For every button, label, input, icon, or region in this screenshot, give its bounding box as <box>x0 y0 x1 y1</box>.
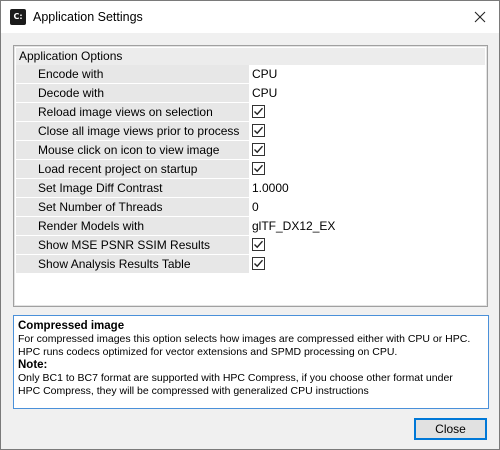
option-row[interactable]: Mouse click on icon to view image <box>16 141 485 160</box>
option-row[interactable]: Encode with CPU <box>16 65 485 84</box>
option-checkbox-cell[interactable] <box>249 160 485 178</box>
checkmark-icon <box>254 240 264 249</box>
option-value[interactable]: 1.0000 <box>249 179 485 197</box>
option-checkbox-cell[interactable] <box>249 236 485 254</box>
row-gutter <box>16 84 35 102</box>
help-note-title: Note: <box>18 359 48 371</box>
row-gutter <box>16 217 35 235</box>
option-row[interactable]: Reload image views on selection <box>16 103 485 122</box>
option-label: Mouse click on icon to view image <box>38 143 220 157</box>
help-note-line: HPC Compress, they will be compressed wi… <box>18 385 369 397</box>
row-gutter <box>16 160 35 178</box>
row-gutter <box>16 255 35 273</box>
settings-dialog: C: Application Settings Application Opti… <box>0 0 500 450</box>
option-label: Encode with <box>38 67 104 81</box>
option-row[interactable]: Render Models with glTF_DX12_EX <box>16 217 485 236</box>
row-gutter <box>16 103 35 121</box>
option-label: Set Image Diff Contrast <box>38 181 163 195</box>
option-label: Close all image views prior to process <box>38 124 240 138</box>
row-gutter <box>16 122 35 140</box>
option-label: Render Models with <box>38 219 145 233</box>
checkbox[interactable] <box>252 124 265 137</box>
app-icon: C: <box>10 9 26 25</box>
options-rows: Encode with CPU Decode with CPU Reload image… <box>16 65 485 274</box>
option-checkbox-cell[interactable] <box>249 255 485 273</box>
option-value[interactable]: glTF_DX12_EX <box>249 217 485 235</box>
checkmark-icon <box>254 126 264 135</box>
checkmark-icon <box>254 259 264 268</box>
help-note-line: Only BC1 to BC7 format are supported wit… <box>18 372 453 384</box>
option-value[interactable]: CPU <box>249 65 485 83</box>
option-label: Load recent project on startup <box>38 162 198 176</box>
checkbox[interactable] <box>252 143 265 156</box>
window-title: Application Settings <box>33 10 143 24</box>
option-value[interactable]: CPU <box>249 84 485 102</box>
row-gutter <box>16 236 35 254</box>
checkbox[interactable] <box>252 238 265 251</box>
checkmark-icon <box>254 164 264 173</box>
option-label: Show Analysis Results Table <box>38 257 191 271</box>
checkbox[interactable] <box>252 162 265 175</box>
option-checkbox-cell[interactable] <box>249 103 485 121</box>
checkmark-icon <box>254 145 264 154</box>
row-gutter <box>16 65 35 83</box>
close-button[interactable]: Close <box>414 418 487 440</box>
option-row[interactable]: Show Analysis Results Table <box>16 255 485 274</box>
help-panel: Compressed image For compressed images t… <box>13 315 489 409</box>
help-line: HPC runs codecs optimized for vector ext… <box>18 346 398 358</box>
help-title: Compressed image <box>18 320 125 332</box>
option-row[interactable]: Close all image views prior to process <box>16 122 485 141</box>
close-window-icon[interactable] <box>467 5 493 29</box>
option-checkbox-cell[interactable] <box>249 141 485 159</box>
option-value[interactable]: 0 <box>249 198 485 216</box>
option-label: Show MSE PSNR SSIM Results <box>38 238 211 252</box>
option-checkbox-cell[interactable] <box>249 122 485 140</box>
help-line: For compressed images this option select… <box>18 333 471 345</box>
row-gutter <box>16 141 35 159</box>
checkbox[interactable] <box>252 105 265 118</box>
group-header: Application Options <box>16 48 485 65</box>
option-row[interactable]: Decode with CPU <box>16 84 485 103</box>
option-row[interactable]: Show MSE PSNR SSIM Results <box>16 236 485 255</box>
title-bar: C: Application Settings <box>1 1 499 33</box>
option-label: Decode with <box>38 86 105 100</box>
option-row[interactable]: Set Image Diff Contrast 1.0000 <box>16 179 485 198</box>
options-property-grid: Application Options Encode with CPU Decode… <box>13 45 488 307</box>
option-row[interactable]: Load recent project on startup <box>16 160 485 179</box>
option-label: Set Number of Threads <box>38 200 163 214</box>
row-gutter <box>16 198 35 216</box>
option-row[interactable]: Set Number of Threads 0 <box>16 198 485 217</box>
checkbox[interactable] <box>252 257 265 270</box>
row-gutter <box>16 179 35 197</box>
option-label: Reload image views on selection <box>38 105 213 119</box>
checkmark-icon <box>254 107 264 116</box>
